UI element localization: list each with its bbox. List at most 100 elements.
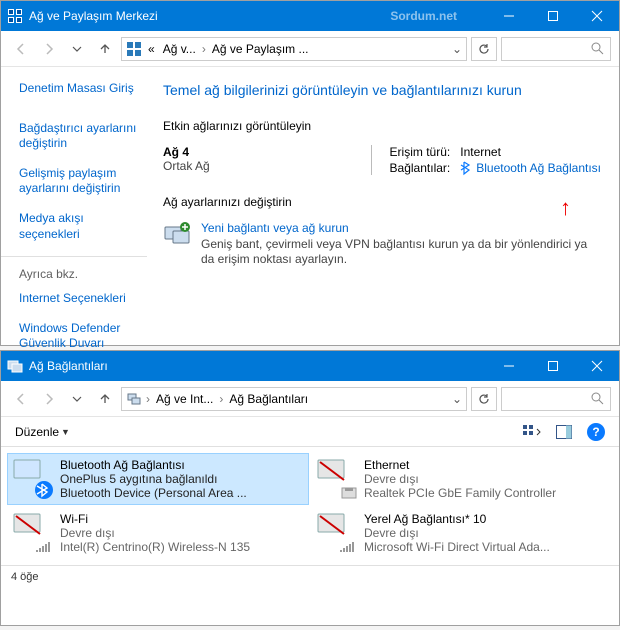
- view-mode-button[interactable]: [519, 421, 545, 443]
- network-name: Ağ 4: [163, 145, 341, 159]
- breadcrumb-item[interactable]: Ağ Bağlantıları: [227, 392, 310, 406]
- link-windows-defender-firewall[interactable]: Windows Defender Güvenlik Duvarı: [19, 321, 147, 352]
- network-type: Ortak Ağ: [163, 159, 341, 173]
- forward-button[interactable]: [37, 37, 61, 61]
- link-internet-options[interactable]: Internet Seçenekleri: [19, 291, 147, 307]
- adapter-status: OnePlus 5 aygıtına bağlanıldı: [60, 472, 247, 486]
- adapter-status: Devre dışı: [364, 526, 550, 540]
- network-connections-icon: [7, 358, 23, 374]
- active-network: Ağ 4 Ortak Ağ Erişim türü: Internet Bağl…: [163, 145, 601, 175]
- adapter-status: Devre dışı: [364, 472, 556, 486]
- link-advanced-sharing[interactable]: Gelişmiş paylaşım ayarlarını değiştirin: [19, 166, 147, 197]
- chevron-down-icon[interactable]: ⌄: [452, 42, 462, 56]
- main-panel: Temel ağ bilgilerinizi görüntüleyin ve b…: [151, 67, 619, 380]
- page-heading: Temel ağ bilgilerinizi görüntüleyin ve b…: [163, 81, 601, 101]
- active-networks-label: Etkin ağlarınızı görüntüleyin: [163, 119, 601, 133]
- item-count: 4 öğe: [11, 571, 39, 583]
- search-input[interactable]: [501, 387, 611, 411]
- adapter-item[interactable]: Yerel Ağ Bağlantısı* 10 Devre dışı Micro…: [311, 507, 613, 559]
- search-icon: [591, 392, 604, 405]
- search-icon: [591, 42, 604, 55]
- forward-button[interactable]: [37, 387, 61, 411]
- recent-button[interactable]: [65, 37, 89, 61]
- refresh-button[interactable]: [471, 387, 497, 411]
- titlebar[interactable]: Ağ Bağlantıları: [1, 351, 619, 381]
- new-connection-link[interactable]: Yeni bağlantı veya ağ kurun: [201, 221, 349, 235]
- close-button[interactable]: [575, 1, 619, 31]
- see-also-label: Ayrıca bkz.: [19, 267, 147, 281]
- status-bar: 4 öğe: [1, 565, 619, 587]
- bluetooth-icon: [460, 161, 472, 175]
- breadcrumb-item[interactable]: Ağ ve Int...: [154, 392, 215, 406]
- address-bar: › Ağ ve Int... › Ağ Bağlantıları ⌄: [1, 381, 619, 417]
- watermark: Sordum.net: [390, 9, 457, 23]
- control-panel-icon: [7, 8, 23, 24]
- minimize-button[interactable]: [487, 351, 531, 381]
- access-type-value: Internet: [460, 145, 601, 159]
- link-control-panel-home[interactable]: Denetim Masası Giriş: [19, 81, 147, 97]
- control-panel-icon: [126, 41, 142, 57]
- chevron-right-icon: ›: [219, 392, 223, 406]
- sidebar: Denetim Masası Giriş Bağdaştırıcı ayarla…: [1, 67, 151, 380]
- wifi-adapter-icon: [12, 512, 54, 554]
- window-network-connections: Ağ Bağlantıları › Ağ ve Int... › Ağ Bağl…: [0, 350, 620, 626]
- adapter-device: Realtek PCIe GbE Family Controller: [364, 486, 556, 500]
- adapter-name: Yerel Ağ Bağlantısı* 10: [364, 512, 550, 526]
- recent-button[interactable]: [65, 387, 89, 411]
- back-button[interactable]: [9, 387, 33, 411]
- link-change-adapter[interactable]: Bağdaştırıcı ayarlarını değiştirin: [19, 121, 147, 152]
- titlebar[interactable]: Ağ ve Paylaşım Merkezi Sordum.net: [1, 1, 619, 31]
- breadcrumb[interactable]: › Ağ ve Int... › Ağ Bağlantıları ⌄: [121, 387, 467, 411]
- adapter-item[interactable]: Bluetooth Ağ Bağlantısı OnePlus 5 aygıtı…: [7, 453, 309, 505]
- window-network-center: Ağ ve Paylaşım Merkezi Sordum.net « Ağ v…: [0, 0, 620, 346]
- bt-adapter-icon: [12, 458, 54, 500]
- new-connection-desc: Geniş bant, çevirmeli veya VPN bağlantıs…: [201, 237, 601, 268]
- link-media-streaming[interactable]: Medya akışı seçenekleri: [19, 211, 147, 242]
- up-button[interactable]: [93, 387, 117, 411]
- organize-label: Düzenle: [15, 425, 59, 439]
- content-area: Denetim Masası Giriş Bağdaştırıcı ayarla…: [1, 67, 619, 380]
- change-settings-label: Ağ ayarlarınızı değiştirin: [163, 195, 601, 209]
- adapter-device: Microsoft Wi-Fi Direct Virtual Ada...: [364, 540, 550, 554]
- chevron-down-icon: ▼: [61, 427, 70, 437]
- network-connections-icon: [126, 391, 142, 407]
- window-buttons: [487, 1, 619, 31]
- back-button[interactable]: [9, 37, 33, 61]
- search-input[interactable]: [501, 37, 611, 61]
- task-new-connection: Yeni bağlantı veya ağ kurun Geniş bant, …: [163, 221, 601, 268]
- toolbar: Düzenle ▼ ?: [1, 417, 619, 447]
- help-icon: ?: [587, 423, 605, 441]
- up-button[interactable]: [93, 37, 117, 61]
- connections-label: Bağlantılar:: [390, 161, 451, 175]
- eth-adapter-icon: [316, 458, 358, 500]
- adapter-item[interactable]: Wi-Fi Devre dışı Intel(R) Centrino(R) Wi…: [7, 507, 309, 559]
- window-title: Ağ Bağlantıları: [29, 359, 487, 373]
- refresh-button[interactable]: [471, 37, 497, 61]
- access-type-label: Erişim türü:: [390, 145, 451, 159]
- address-bar: « Ağ v... › Ağ ve Paylaşım ... ⌄: [1, 31, 619, 67]
- window-title: Ağ ve Paylaşım Merkezi: [29, 9, 390, 23]
- adapter-name: Wi-Fi: [60, 512, 250, 526]
- minimize-button[interactable]: [487, 1, 531, 31]
- adapter-status: Devre dışı: [60, 526, 250, 540]
- chevron-down-icon[interactable]: ⌄: [452, 392, 462, 406]
- organize-menu[interactable]: Düzenle ▼: [11, 423, 74, 441]
- window-buttons: [487, 351, 619, 381]
- chevron-right-icon: ›: [146, 392, 150, 406]
- adapter-name: Ethernet: [364, 458, 556, 472]
- help-button[interactable]: ?: [583, 421, 609, 443]
- close-button[interactable]: [575, 351, 619, 381]
- adapter-item[interactable]: Ethernet Devre dışı Realtek PCIe GbE Fam…: [311, 453, 613, 505]
- preview-pane-button[interactable]: [551, 421, 577, 443]
- adapter-device: Bluetooth Device (Personal Area ...: [60, 486, 247, 500]
- maximize-button[interactable]: [531, 1, 575, 31]
- connection-link[interactable]: Bluetooth Ağ Bağlantısı: [476, 161, 601, 175]
- breadcrumb-item[interactable]: Ağ v...: [161, 42, 198, 56]
- maximize-button[interactable]: [531, 351, 575, 381]
- chevron-right-icon: ›: [202, 42, 206, 56]
- adapter-name: Bluetooth Ağ Bağlantısı: [60, 458, 247, 472]
- breadcrumb[interactable]: « Ağ v... › Ağ ve Paylaşım ... ⌄: [121, 37, 467, 61]
- breadcrumb-pre[interactable]: «: [146, 42, 157, 56]
- breadcrumb-item[interactable]: Ağ ve Paylaşım ...: [210, 42, 311, 56]
- wifi-adapter-icon: [316, 512, 358, 554]
